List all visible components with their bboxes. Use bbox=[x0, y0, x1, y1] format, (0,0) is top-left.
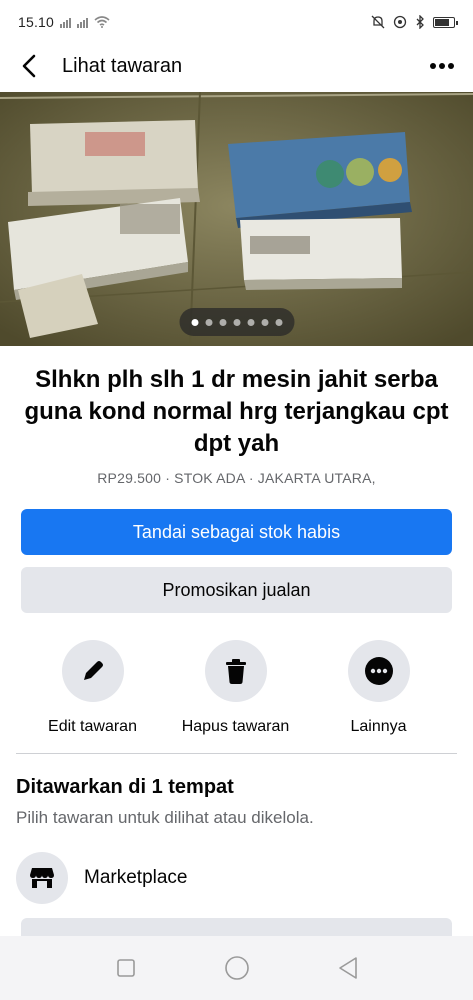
more-icon bbox=[364, 657, 393, 685]
system-nav-bar bbox=[0, 936, 473, 1000]
pagination-dot[interactable] bbox=[233, 318, 240, 326]
pagination-dot[interactable] bbox=[275, 318, 282, 326]
section-divider bbox=[16, 753, 457, 754]
cell-signal-2-icon bbox=[77, 16, 89, 28]
delete-listing-action[interactable]: Hapus tawaran bbox=[164, 640, 307, 736]
pencil-icon bbox=[83, 661, 103, 680]
pagination-dot[interactable] bbox=[247, 318, 254, 326]
mute-bell-icon bbox=[371, 15, 385, 29]
promote-listing-button[interactable]: Promosikan jualan bbox=[21, 567, 452, 613]
status-right bbox=[371, 15, 458, 29]
marketplace-shop-icon bbox=[30, 868, 54, 888]
listing-actions: Edit tawaran Hapus tawaran Lainnya bbox=[0, 640, 473, 736]
pagination-dot[interactable] bbox=[191, 318, 198, 326]
status-bar: 15.10 bbox=[0, 0, 473, 44]
trash-icon bbox=[225, 659, 246, 684]
home-icon[interactable] bbox=[222, 953, 252, 983]
more-action-circle[interactable] bbox=[347, 640, 410, 702]
pagination-dot[interactable] bbox=[261, 318, 268, 326]
more-listing-action[interactable]: Lainnya bbox=[307, 640, 450, 736]
edit-listing-action[interactable]: Edit tawaran bbox=[21, 640, 164, 736]
pagination-dot[interactable] bbox=[219, 318, 226, 326]
marketplace-icon-circle bbox=[16, 852, 68, 904]
marketplace-label: Marketplace bbox=[84, 867, 188, 888]
status-time: 15.10 bbox=[18, 14, 55, 30]
place-item-marketplace[interactable]: Marketplace bbox=[16, 852, 188, 904]
cell-signal-1-icon bbox=[60, 16, 72, 28]
edit-action-label: Edit tawaran bbox=[48, 718, 137, 735]
recent-apps-icon[interactable] bbox=[111, 953, 141, 983]
app-bar: Lihat tawaran bbox=[0, 44, 473, 88]
bluetooth-icon bbox=[416, 15, 424, 29]
delete-action-label: Hapus tawaran bbox=[181, 718, 290, 735]
wifi-icon bbox=[94, 16, 110, 28]
delete-action-circle[interactable] bbox=[204, 640, 267, 702]
back-arrow-icon[interactable] bbox=[16, 52, 44, 80]
more-action-label: Lainnya bbox=[350, 718, 407, 735]
data-saver-icon bbox=[393, 15, 407, 29]
more-horizontal-icon[interactable] bbox=[427, 51, 457, 81]
page-title: Lihat tawaran bbox=[62, 54, 183, 77]
offered-section-subtitle: Pilih tawaran untuk dilihat atau dikelol… bbox=[16, 808, 314, 827]
battery-icon bbox=[433, 16, 458, 28]
listing-title: Slhkn plh slh 1 dr mesin jahit serba gun… bbox=[24, 366, 449, 457]
back-triangle-icon[interactable] bbox=[333, 953, 363, 983]
offered-section-title: Ditawarkan di 1 tempat bbox=[16, 776, 234, 798]
image-pagination[interactable] bbox=[179, 308, 294, 336]
listing-photo[interactable] bbox=[0, 92, 473, 346]
listing-meta: RP29.500 · STOK ADA · JAKARTA UTARA, bbox=[97, 470, 376, 486]
status-left: 15.10 bbox=[18, 14, 110, 30]
edit-action-circle[interactable] bbox=[61, 640, 124, 702]
pagination-dot[interactable] bbox=[205, 318, 212, 326]
mark-sold-button[interactable]: Tandai sebagai stok habis bbox=[21, 509, 452, 555]
